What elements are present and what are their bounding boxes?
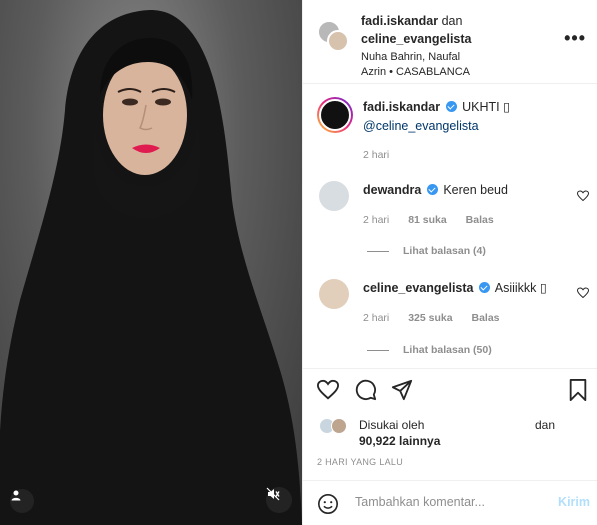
emoji-icon[interactable]: [317, 493, 339, 515]
comment-username[interactable]: dewandra: [363, 183, 421, 197]
post-header: fadi.iskandar dan celine_evangelista Nuh…: [303, 0, 597, 84]
comment-composer: Kirim: [303, 480, 597, 525]
avatar[interactable]: [317, 97, 353, 133]
comment-meta: 2 hari 325 suka Balas: [363, 312, 500, 324]
post-timestamp[interactable]: 2 HARI YANG LALU: [317, 457, 403, 467]
view-replies-button[interactable]: Lihat balasan (50): [367, 344, 492, 356]
header-username[interactable]: celine_evangelista: [361, 32, 471, 46]
likes-count[interactable]: 90,922 lainnya: [359, 434, 440, 448]
collab-names: fadi.iskandar dan celine_evangelista: [361, 12, 561, 48]
avatar[interactable]: [331, 418, 347, 434]
post-photo[interactable]: [0, 0, 302, 525]
divider: [367, 250, 389, 252]
user-tag-icon[interactable]: [10, 489, 34, 513]
view-replies-button[interactable]: Lihat balasan (4): [367, 245, 486, 257]
like-count[interactable]: 325 suka: [408, 312, 452, 324]
action-bar: [303, 368, 597, 408]
comment-icon[interactable]: [355, 379, 377, 401]
comment-text: Keren beud: [443, 183, 508, 197]
header-conjunction: dan: [441, 14, 463, 28]
location-line[interactable]: Azrin • CASABLANCA: [361, 66, 470, 78]
heart-icon[interactable]: [317, 379, 339, 401]
mute-icon[interactable]: [266, 487, 292, 513]
caption-time: 2 hari: [363, 149, 389, 161]
avatar[interactable]: [319, 279, 349, 309]
like-count[interactable]: 81 suka: [408, 214, 447, 226]
avatar[interactable]: [319, 181, 349, 211]
photo-illustration: [0, 10, 302, 525]
location-tag[interactable]: Nuha Bahrin, Naufal Azrin • CASABLANCA: [361, 50, 561, 80]
verified-icon: [426, 184, 438, 195]
mention-link[interactable]: @celine_evangelista: [363, 119, 479, 133]
heart-icon[interactable]: [577, 190, 589, 202]
comment-body: celine_evangelista Asiiikkk ▯: [363, 279, 547, 297]
share-icon[interactable]: [391, 379, 413, 401]
caption-text: UKHTI ▯: [462, 100, 510, 114]
liker-avatars[interactable]: [319, 416, 355, 436]
timestamp[interactable]: 2 hari: [363, 312, 389, 324]
post-caption: fadi.iskandar UKHTI ▯ @celine_evangelist…: [363, 98, 583, 136]
comment-meta: 2 hari 81 suka Balas: [363, 214, 494, 226]
verified-icon: [445, 101, 457, 112]
avatar[interactable]: [327, 30, 349, 52]
caption-username[interactable]: fadi.iskandar: [363, 100, 440, 114]
more-icon[interactable]: •••: [564, 28, 586, 49]
comment-input[interactable]: [355, 495, 545, 509]
likes-conjunction: dan: [535, 418, 556, 432]
bookmark-icon[interactable]: [568, 379, 588, 401]
reply-button[interactable]: Balas: [466, 214, 494, 226]
likes-count-text[interactable]: 90,922 lainnya: [359, 434, 440, 448]
timestamp[interactable]: 2 hari: [363, 214, 389, 226]
divider: [367, 349, 389, 351]
view-replies-label[interactable]: Lihat balasan (4): [403, 245, 486, 257]
view-replies-label[interactable]: Lihat balasan (50): [403, 344, 492, 356]
header-username[interactable]: fadi.iskandar: [361, 14, 438, 28]
verified-icon: [478, 282, 490, 293]
reply-button[interactable]: Balas: [471, 312, 499, 324]
comment-body: dewandra Keren beud: [363, 181, 508, 199]
collab-avatars[interactable]: [317, 20, 349, 52]
post-details-panel: fadi.iskandar dan celine_evangelista Nuh…: [302, 0, 597, 525]
location-line[interactable]: Nuha Bahrin, Naufal: [361, 51, 460, 63]
comment-text: Asiiikkk ▯: [494, 281, 547, 295]
send-button[interactable]: Kirim: [558, 495, 590, 509]
heart-icon[interactable]: [577, 287, 589, 299]
likes-label: Disukai oleh: [359, 418, 425, 432]
comment-username[interactable]: celine_evangelista: [363, 281, 473, 295]
instagram-post: fadi.iskandar dan celine_evangelista Nuh…: [0, 0, 597, 525]
timestamp[interactable]: 2 hari: [363, 149, 389, 161]
